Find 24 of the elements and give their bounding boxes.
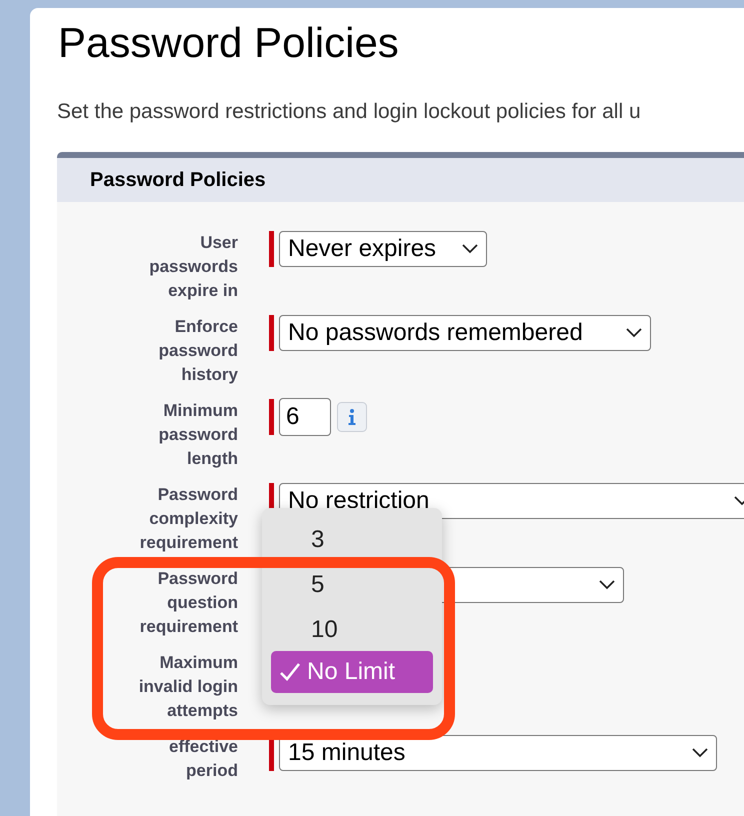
dropdown-select[interactable]: Never expires <box>279 231 487 267</box>
chevron-down-icon <box>692 748 708 758</box>
section-title: Password Policies <box>90 168 266 192</box>
field-label: Password question requirement <box>138 568 238 638</box>
field-label: User passwords expire in <box>148 232 238 302</box>
field-label: effective period <box>168 736 238 782</box>
chevron-down-icon <box>599 580 615 590</box>
field-label: Minimum password length <box>158 400 238 470</box>
dropdown-option[interactable]: 5 <box>271 570 433 600</box>
dropdown-option[interactable]: No Limit <box>271 651 433 693</box>
field-label: Maximum invalid login attempts <box>138 652 238 722</box>
dropdown-option[interactable]: 10 <box>271 615 433 645</box>
input-field[interactable]: 6 <box>279 398 331 436</box>
field-label: Password complexity requirement <box>138 484 238 554</box>
chevron-down-icon <box>462 244 478 254</box>
checkmark-icon <box>279 662 301 682</box>
dropdown-select[interactable]: No passwords remembered <box>279 315 651 351</box>
info-icon[interactable] <box>337 402 367 432</box>
chevron-down-icon <box>626 328 642 338</box>
dropdown-option[interactable]: 3 <box>271 525 433 555</box>
page-description: Set the password restrictions and login lockout policies for all u <box>57 100 641 124</box>
dropdown-select[interactable]: 15 minutes <box>279 735 717 771</box>
page-title: Password Policies <box>58 22 399 64</box>
field-label: Enforce password history <box>158 316 238 386</box>
